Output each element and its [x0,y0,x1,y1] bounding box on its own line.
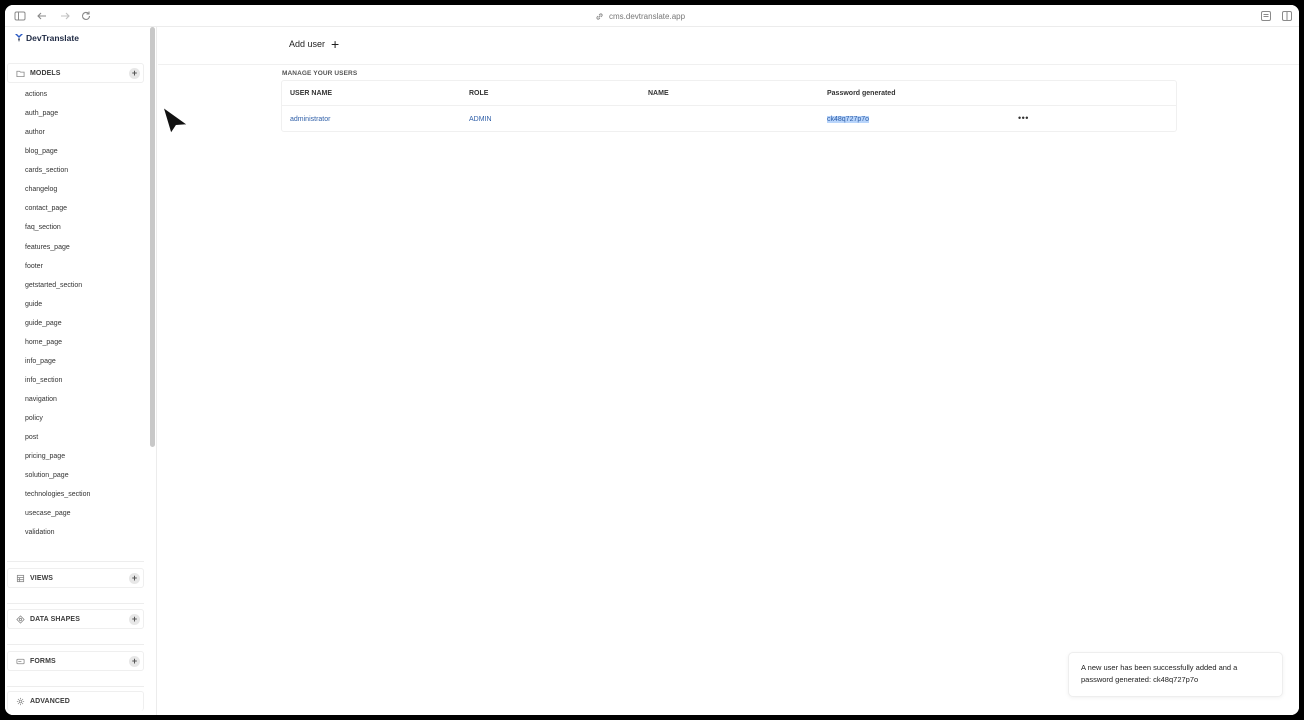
section-advanced-label: ADVANCED [30,698,70,705]
add-view-button[interactable]: + [129,573,140,584]
sidebar-item-guide[interactable]: guide [25,299,145,318]
add-model-button[interactable]: + [129,68,140,79]
section-data-shapes[interactable]: DATA SHAPES + [7,609,144,629]
section-advanced[interactable]: ADVANCED [7,691,144,711]
section-models-label: MODELS [30,69,61,77]
page-title: MANAGE YOUR USERS [282,70,358,77]
add-form-button[interactable]: + [129,656,140,667]
section-forms-label: FORMS [30,657,56,665]
brand-name: DevTranslate [26,33,79,43]
url-text: cms.devtranslate.app [609,11,686,21]
sidebar-item-cards-section[interactable]: cards_section [25,165,145,184]
sidebar-item-blog-page[interactable]: blog_page [25,146,145,165]
section-data-shapes-label: DATA SHAPES [30,615,80,623]
forward-arrow-icon[interactable] [58,9,72,23]
section-views[interactable]: VIEWS + [7,568,144,588]
sidebar-item-info-page[interactable]: info_page [25,356,145,375]
sidebar-divider [7,686,144,687]
sidebar-item-auth-page[interactable]: auth_page [25,108,145,127]
cell-password[interactable]: ck48q727p7o [827,116,870,123]
reload-icon[interactable] [79,9,93,23]
sidebar-item-faq-section[interactable]: faq_section [25,222,145,241]
column-header-user-name[interactable]: USER NAME [290,90,332,97]
reader-icon[interactable] [1259,9,1273,23]
sidebar-item-policy[interactable]: policy [25,413,145,432]
form-icon [16,657,25,666]
add-user-button[interactable]: Add user + [289,36,340,52]
plus-icon: + [331,36,340,52]
table-header: USER NAME ROLE NAME Password generated [282,81,1176,106]
add-user-label: Add user [289,39,326,49]
sidebar-item-navigation[interactable]: navigation [25,394,145,413]
sidebar-item-home-page[interactable]: home_page [25,337,145,356]
table-icon [16,574,25,583]
gear-icon [16,697,25,706]
sidebar-item-solution-page[interactable]: solution_page [25,470,145,489]
sidebar-item-getstarted-section[interactable]: getstarted_section [25,280,145,299]
sidebar-item-post[interactable]: post [25,432,145,451]
sidebar-item-features-page[interactable]: features_page [25,242,145,261]
sidebar-item-footer[interactable]: footer [25,261,145,280]
browser-window: cms.devtranslate.app DevTranslate MODELS… [5,5,1299,715]
mouse-cursor-icon [161,105,190,136]
link-icon [596,12,603,20]
back-arrow-icon[interactable] [35,9,49,23]
sidebar: DevTranslate MODELS + actions auth_page … [5,27,157,715]
column-header-password[interactable]: Password generated [827,90,895,97]
sidebar-item-changelog[interactable]: changelog [25,184,145,203]
shapes-icon [16,614,25,624]
row-more-options-icon[interactable]: ••• [1018,113,1029,123]
add-data-shape-button[interactable]: + [129,614,140,625]
password-text[interactable]: ck48q727p7o [827,116,870,123]
sidebar-item-contact-page[interactable]: contact_page [25,203,145,222]
sidebar-toggle-icon[interactable] [13,9,27,23]
sidebar-item-guide-page[interactable]: guide_page [25,318,145,337]
split-view-icon[interactable] [1280,9,1294,23]
cell-role[interactable]: ADMIN [469,116,492,123]
success-toast: A new user has been successfully added a… [1068,652,1283,697]
users-table: USER NAME ROLE NAME Password generated a… [281,80,1177,132]
sidebar-divider [7,603,144,604]
devtranslate-logo-icon [15,34,23,42]
sidebar-item-pricing-page[interactable]: pricing_page [25,451,145,470]
section-models[interactable]: MODELS + [7,63,144,83]
cell-user-name[interactable]: administrator [290,116,330,123]
sidebar-item-info-section[interactable]: info_section [25,375,145,394]
sidebar-item-technologies-section[interactable]: technologies_section [25,489,145,508]
brand[interactable]: DevTranslate [15,33,79,43]
column-header-role[interactable]: ROLE [469,90,488,97]
toast-line-2: password generated: ck48q727p7o [1081,675,1199,684]
browser-toolbar: cms.devtranslate.app [5,5,1299,27]
sidebar-divider [7,644,144,645]
address-bar[interactable]: cms.devtranslate.app [595,10,685,22]
sidebar-item-actions[interactable]: actions [25,89,145,108]
sidebar-item-author[interactable]: author [25,127,145,146]
section-forms[interactable]: FORMS + [7,651,144,671]
main-content: Add user + MANAGE YOUR USERS USER NAME R… [158,27,1299,715]
sidebar-item-validation[interactable]: validation [25,527,145,546]
sidebar-item-usecase-page[interactable]: usecase_page [25,508,145,527]
sidebar-scrollbar[interactable] [150,27,155,447]
folder-icon [16,69,25,78]
column-header-name[interactable]: NAME [648,90,669,97]
toast-line-1: A new user has been successfully added a… [1081,663,1238,672]
header-divider [158,64,1299,65]
model-list: actions auth_page author blog_page cards… [25,89,145,547]
section-views-label: VIEWS [30,574,54,582]
sidebar-divider [7,561,144,562]
